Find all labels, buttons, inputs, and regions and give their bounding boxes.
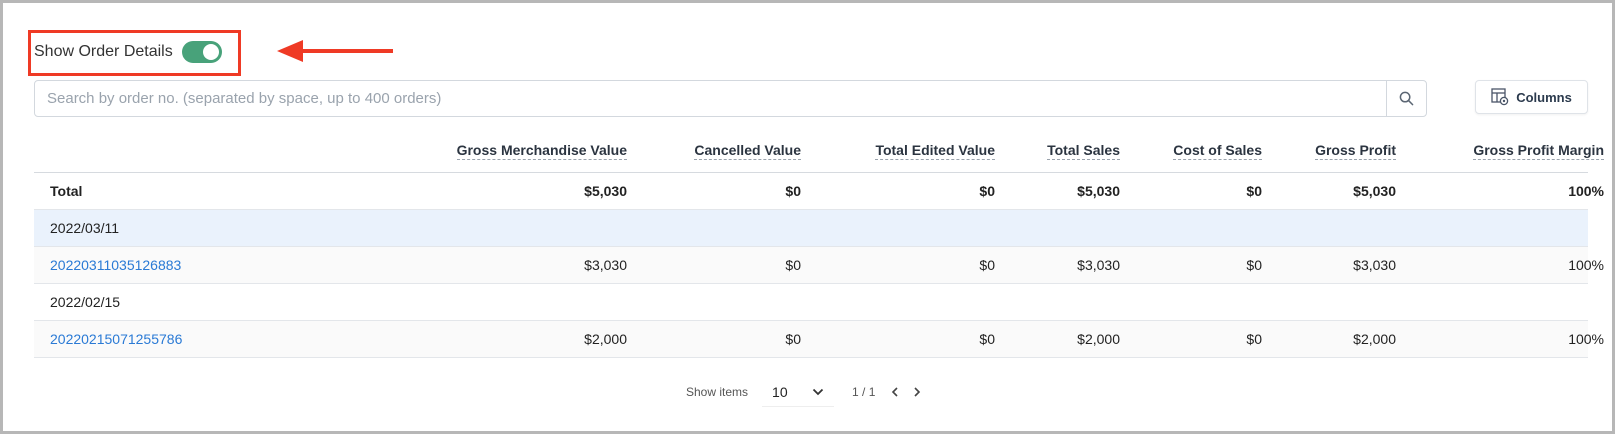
table-cell: $0 [785,257,801,273]
highlight-box [28,30,241,76]
search-button[interactable] [1386,81,1426,116]
columns-button[interactable]: Columns [1475,80,1588,114]
total-cell: $5,030 [584,183,627,199]
header-cancelled-value[interactable]: Cancelled Value [694,130,801,172]
chevron-right-icon [914,387,921,397]
table-cell: $0 [979,331,995,347]
total-cell: 100% [1568,183,1604,199]
table-cell: $2,000 [584,331,627,347]
order-search-box [34,80,1427,117]
total-cell: $5,030 [1353,183,1396,199]
table-cell: $0 [1246,331,1262,347]
order-number-link[interactable]: 20220311035126883 [50,247,181,283]
table-cell: $3,030 [584,257,627,273]
date-label: 2022/02/15 [50,294,121,310]
table-header-row: Gross Merchandise Value Cancelled Value … [34,130,1604,173]
header-gross-profit[interactable]: Gross Profit [1315,130,1396,172]
table-cell: $0 [979,257,995,273]
header-gross-merchandise-value[interactable]: Gross Merchandise Value [456,130,627,172]
page-info: 1 / 1 [852,385,876,399]
show-items-label: Show items [686,385,749,399]
table-row: 20220311035126883 $3,030 $0 $0 $3,030 $0… [34,247,1604,284]
header-cost-of-sales[interactable]: Cost of Sales [1173,130,1262,172]
table-cell: $3,030 [1353,257,1396,273]
date-group-row: 2022/02/15 [34,284,1588,321]
total-cell: $0 [785,183,801,199]
order-search-input[interactable] [35,81,1386,116]
table-cell: $0 [785,331,801,347]
total-cell: $0 [1246,183,1262,199]
sales-table: Gross Merchandise Value Cancelled Value … [34,130,1604,358]
table-cell: $2,000 [1353,331,1396,347]
arrow-left-annotation [277,40,393,62]
table-total-row: Total $5,030 $0 $0 $5,030 $0 $5,030 100% [34,173,1604,210]
table-cell: $3,030 [1077,257,1120,273]
date-group-row: 2022/03/11 [34,210,1588,247]
chevron-down-icon [812,388,824,395]
total-cell: $0 [979,183,995,199]
table-cell: $0 [1246,257,1262,273]
columns-button-label: Columns [1516,89,1572,105]
search-icon [1399,91,1414,106]
header-total-sales[interactable]: Total Sales [1047,130,1120,172]
chevron-left-icon [892,387,898,397]
pagination: Show items 10 1 / 1 [686,377,921,407]
total-label: Total [50,183,83,199]
next-page-button[interactable] [913,387,921,397]
previous-page-button[interactable] [891,387,899,397]
header-total-edited-value[interactable]: Total Edited Value [875,130,995,172]
date-label: 2022/03/11 [50,220,120,236]
order-number-link[interactable]: 20220215071255786 [50,321,182,357]
table-cell: 100% [1568,331,1604,347]
total-cell: $5,030 [1077,183,1120,199]
table-cell: $2,000 [1077,331,1120,347]
page-size-select[interactable]: 10 [762,377,835,407]
columns-settings-icon [1491,88,1509,106]
table-row: 20220215071255786 $2,000 $0 $0 $2,000 $0… [34,321,1604,358]
window-frame: Show Order Details Columns Gross Mer [0,0,1615,434]
table-cell: 100% [1568,257,1604,273]
page-size-value: 10 [772,383,788,400]
header-gross-profit-margin[interactable]: Gross Profit Margin [1473,130,1604,172]
